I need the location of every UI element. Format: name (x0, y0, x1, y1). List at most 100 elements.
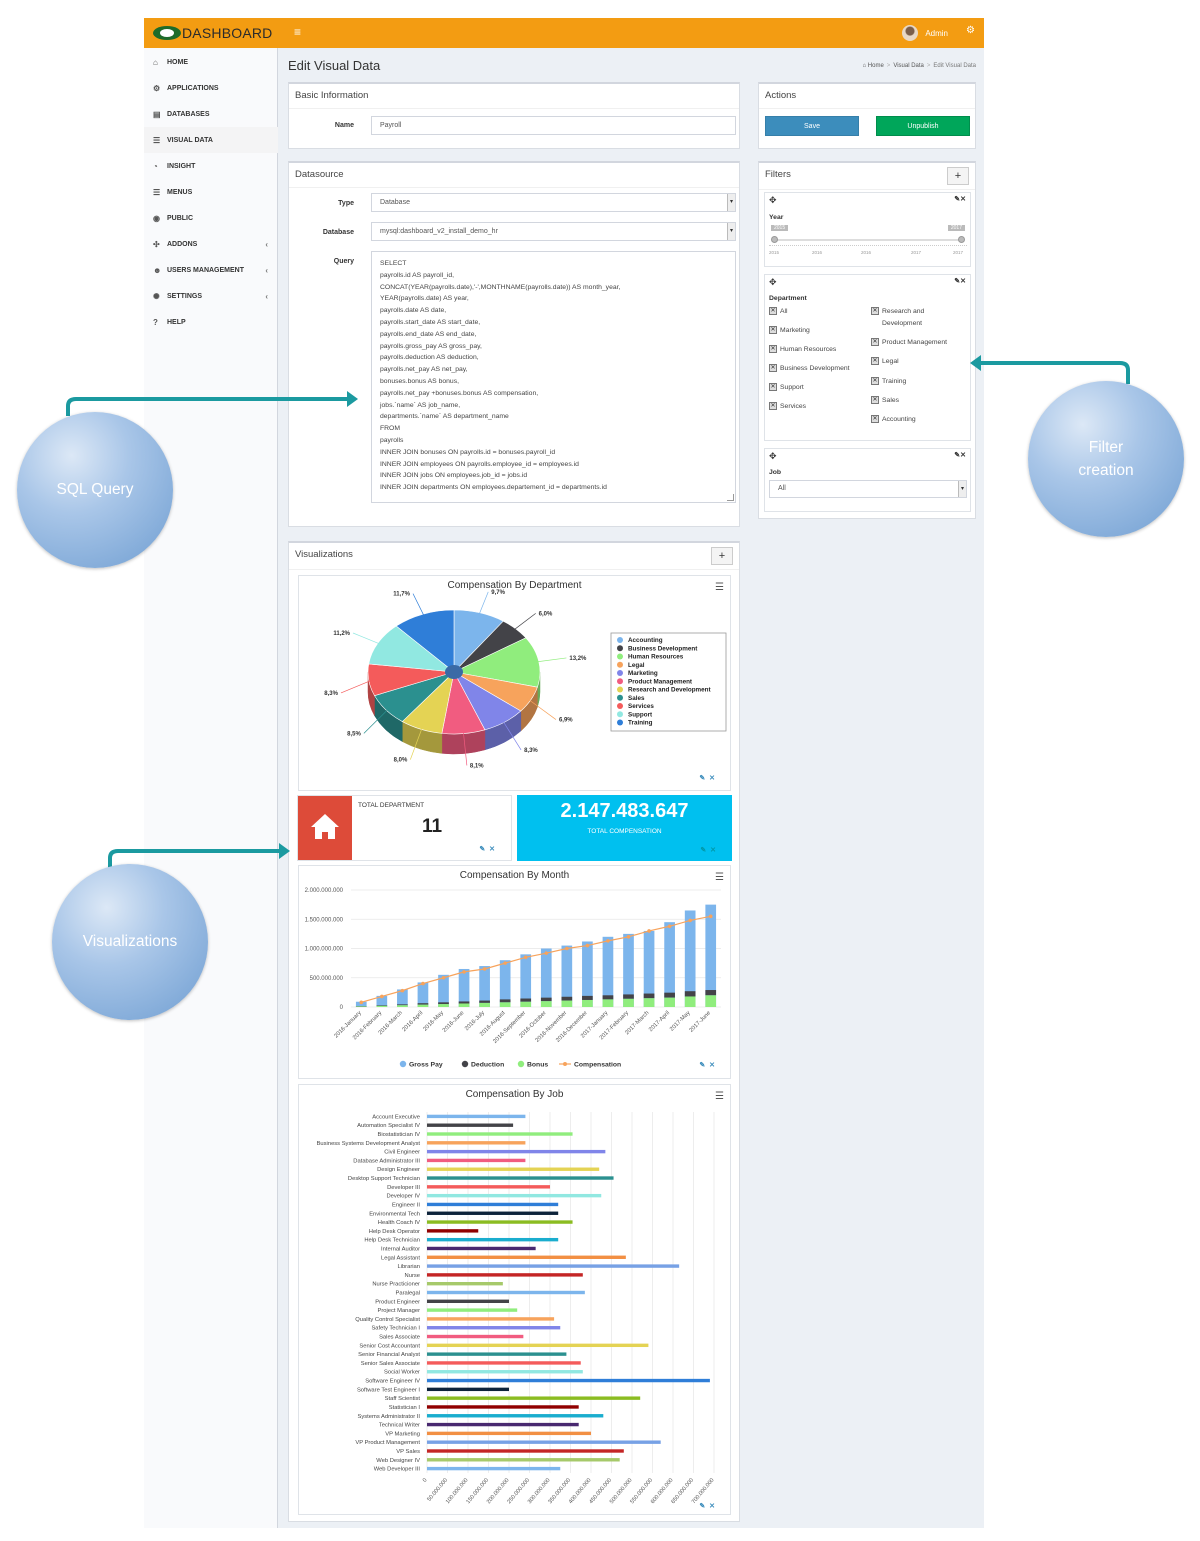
bar (427, 1378, 710, 1383)
bar-deduction (438, 1002, 449, 1005)
bar (427, 1193, 602, 1198)
point-compensation (544, 951, 549, 955)
move-icon[interactable]: ✥ (769, 195, 777, 206)
department-option[interactable]: ✕ Legal (871, 356, 899, 368)
sidebar-item-public[interactable]: ◉ PUBLIC (144, 205, 278, 231)
type-select[interactable]: Database ▾ (371, 193, 736, 212)
edit-delete-icons[interactable]: ✎ ✕ (479, 845, 495, 853)
checkbox-checked-icon[interactable]: ✕ (769, 364, 777, 372)
compensation-by-month-chart: 0 500.000.000 1.000.000.000 1.500.000.000 2.… (305, 888, 721, 1069)
y-tick-label: Project Manager (377, 1308, 420, 1314)
user-menu[interactable]: Admin (902, 25, 948, 41)
checkbox-checked-icon[interactable]: ✕ (769, 345, 777, 353)
edit-delete-icons[interactable]: ✎ ✕ (700, 846, 716, 854)
brand-logo[interactable]: DASHBOARD (153, 23, 272, 43)
checkbox-checked-icon[interactable]: ✕ (769, 402, 777, 410)
sidebar-item-label: HOME (167, 58, 188, 66)
job-select[interactable]: All ▾ (769, 480, 967, 498)
checkbox-checked-icon[interactable]: ✕ (769, 383, 777, 391)
name-input[interactable]: Payroll (371, 116, 736, 135)
department-option[interactable]: ✕ Product Management (871, 337, 947, 349)
department-option[interactable]: ✕ Services (769, 401, 806, 413)
sidebar-item-label: VISUAL DATA (167, 136, 213, 144)
edit-delete-icons[interactable]: ✎✕ (954, 195, 966, 203)
sidebar-item-addons[interactable]: ✣ ADDONS ‹ (144, 231, 278, 257)
sidebar-item-home[interactable]: ⌂ HOME (144, 49, 278, 75)
x-tick-label: 2017-April (648, 1010, 671, 1033)
year-filter: ✥ ✎✕ Year 2015 2017 2015 2016 2016 2017 (764, 192, 971, 267)
edit-delete-icons[interactable]: ✎✕ (954, 451, 966, 459)
department-option[interactable]: ✕ Human Resources (769, 344, 836, 356)
department-option[interactable]: ✕ Training (871, 376, 906, 388)
bar-deduction (520, 998, 532, 1002)
save-button[interactable]: Save (765, 116, 859, 136)
move-icon[interactable]: ✥ (769, 451, 777, 462)
checkbox-checked-icon[interactable]: ✕ (769, 326, 777, 334)
y-tick-label: Biostatistician IV (377, 1132, 420, 1138)
department-option[interactable]: ✕ Business Development (769, 363, 850, 375)
bar-deduction (397, 1004, 408, 1006)
y-tick-label: Design Engineer (377, 1167, 420, 1173)
option-label: Human Resources (780, 346, 837, 353)
type-value: Database (380, 199, 410, 206)
sidebar-item-databases[interactable]: ▤ DATABASES (144, 101, 278, 127)
department-option[interactable]: ✕ Research and Development (871, 306, 924, 330)
checkbox-checked-icon[interactable]: ✕ (871, 396, 879, 404)
department-option[interactable]: ✕ All (769, 306, 788, 318)
sidebar-item-help[interactable]: ? HELP (144, 309, 278, 335)
checkbox-checked-icon[interactable]: ✕ (871, 377, 879, 385)
bar-bonus (376, 1005, 388, 1007)
y-tick-label: Environmental Tech (369, 1211, 420, 1217)
edit-delete-icons[interactable]: ✎ ✕ (699, 1061, 715, 1069)
sidebar-item-settings[interactable]: ✺ SETTINGS ‹ (144, 283, 278, 309)
checkbox-checked-icon[interactable]: ✕ (871, 415, 879, 423)
bar (427, 1220, 573, 1224)
checkbox-checked-icon[interactable]: ✕ (871, 307, 879, 315)
pie-label-connector (412, 593, 425, 618)
checkbox-checked-icon[interactable]: ✕ (871, 338, 879, 346)
year-slider[interactable]: 2015 2017 2015 2016 2016 2017 2017 (769, 224, 967, 258)
department-option[interactable]: ✕ Support (769, 382, 804, 394)
sidebar-item-users-management[interactable]: ☻ USERS MANAGEMENT ‹ (144, 257, 278, 283)
cubes-icon: ⚙ (153, 83, 161, 93)
pie-data-label: 6,9% (559, 718, 573, 724)
checkbox-checked-icon[interactable]: ✕ (769, 307, 777, 315)
resize-handle-icon[interactable] (727, 494, 734, 501)
add-visualization-button[interactable]: + (711, 547, 733, 565)
sidebar-item-visual-data[interactable]: ☰ VISUAL DATA (144, 127, 278, 153)
query-textarea[interactable]: SELECT payrolls.id AS payroll_id, CONCAT… (371, 251, 736, 503)
sidebar-item-label: PUBLIC (167, 214, 194, 222)
bar (427, 1123, 514, 1127)
edit-delete-icons[interactable]: ✎✕ (954, 277, 966, 285)
sidebar-item-menus[interactable]: ☰ MENUS (144, 179, 278, 205)
brand-text: DASHBOARD (182, 25, 273, 41)
control-sidebar-gears-icon[interactable]: ⚙ (966, 25, 975, 36)
breadcrumb-home[interactable]: Home (868, 63, 884, 69)
breadcrumb-visual-data[interactable]: Visual Data (893, 63, 924, 69)
sidebar-item-insight[interactable]: ◔ INSIGHT (144, 153, 278, 179)
legend-marker (617, 661, 623, 668)
sidebar-item-label: ADDONS (167, 240, 198, 248)
bar-bonus (417, 1004, 429, 1007)
department-option[interactable]: ✕ Marketing (769, 325, 810, 337)
sidebar-item-applications[interactable]: ⚙ APPLICATIONS (144, 75, 278, 101)
sidebar-toggle-icon[interactable]: ≡ (294, 25, 301, 39)
checkbox-checked-icon[interactable]: ✕ (871, 357, 879, 365)
box-title: Datasource (295, 169, 344, 180)
bar-bonus (438, 1004, 449, 1007)
slider-handle-max[interactable] (958, 236, 965, 243)
move-icon[interactable]: ✥ (769, 277, 777, 288)
slider-handle-min[interactable] (771, 236, 778, 243)
department-option[interactable]: ✕ Accounting (871, 414, 916, 426)
edit-delete-icons[interactable]: ✎ ✕ (699, 774, 715, 782)
total-department-label: TOTAL DEPARTMENT (358, 802, 425, 809)
add-filter-button[interactable]: + (947, 167, 969, 185)
unpublish-button[interactable]: Unpublish (876, 116, 970, 136)
edit-delete-icons[interactable]: ✎ ✕ (699, 1502, 715, 1510)
select-arrow-icon: ▾ (727, 194, 735, 211)
department-option[interactable]: ✕ Sales (871, 395, 899, 407)
job-filter-label: Job (769, 469, 782, 476)
x-tick-label: 2016-April (401, 1010, 424, 1033)
y-tick-label: Legal Assistant (381, 1255, 420, 1261)
database-select[interactable]: mysql:dashboard_v2_install_demo_hr ▾ (371, 222, 736, 241)
